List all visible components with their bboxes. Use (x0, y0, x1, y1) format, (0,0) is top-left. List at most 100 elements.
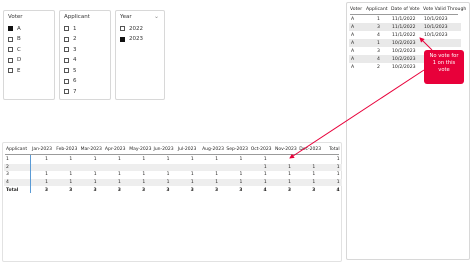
votes-col-header[interactable]: Vote Valid Through (423, 7, 466, 12)
checkbox[interactable] (120, 36, 125, 42)
matrix-cell[interactable]: Nov-2023 (275, 147, 297, 152)
matrix-cell: 1 (312, 164, 316, 170)
matrix-cell: 3 (142, 188, 146, 194)
voter-item-b[interactable]: B (8, 35, 21, 44)
checkbox[interactable] (64, 78, 69, 84)
matrix-cell[interactable]: Feb-2023 (56, 147, 77, 152)
matrix-cell: 1 (215, 179, 219, 185)
matrix-cell: 1 (263, 172, 267, 178)
year-slicer-title: Year (120, 14, 132, 20)
year-item-2023[interactable]: 2023 (120, 35, 143, 44)
table-cell: A (351, 40, 355, 46)
applicant-slicer: Applicant 1 2 3 4 5 6 7 (59, 10, 111, 100)
matrix-cell[interactable]: Apr-2023 (105, 147, 126, 152)
matrix-cell: 1 (288, 179, 291, 185)
applicant-item-label: 1 (73, 25, 77, 32)
table-row: 2 1 1 1 1 (4, 163, 342, 171)
checkbox[interactable] (8, 68, 13, 73)
matrix-cell: 3 (312, 188, 316, 194)
voter-item-c[interactable]: C (8, 45, 21, 54)
matrix-cell: 1 (312, 172, 316, 178)
checkbox[interactable] (8, 36, 13, 42)
table-cell: 10/2/2023 (392, 64, 416, 70)
matrix-cell[interactable]: Mar-2023 (81, 147, 102, 152)
matrix-cell: 2 (6, 164, 9, 170)
applicant-item-6[interactable]: 6 (64, 77, 77, 86)
matrix-cell[interactable]: Oct-2023 (251, 147, 272, 152)
applicant-item-label: 5 (73, 67, 77, 74)
checkbox[interactable] (64, 36, 69, 42)
table-cell: 10/2/2023 (392, 40, 416, 46)
voter-item-e[interactable]: E (8, 66, 20, 75)
checkbox[interactable] (8, 57, 13, 63)
table-cell: 11/1/2022 (392, 24, 416, 30)
matrix-cell[interactable]: Dec-2023 (299, 147, 321, 152)
matrix-cell: 3 (93, 188, 97, 194)
matrix-cell: 1 (215, 157, 219, 163)
matrix-cell[interactable]: Sep-2023 (226, 147, 248, 152)
applicant-month-matrix: Applicant Jan-2023 Feb-2023 Mar-2023 Apr-202… (2, 142, 342, 262)
matrix-cell[interactable]: Aug-2023 (202, 147, 224, 152)
matrix-cell: 1 (263, 157, 267, 163)
table-cell: 4 (377, 56, 380, 62)
year-item-2022[interactable]: 2022 (120, 24, 143, 33)
table-cell: 11/1/2022 (392, 32, 416, 38)
matrix-cell: 1 (288, 172, 291, 178)
matrix-cell: 1 (142, 179, 146, 185)
checkbox[interactable] (8, 47, 13, 52)
matrix-cell: 1 (239, 179, 243, 185)
matrix-cell[interactable]: Total (324, 147, 340, 152)
matrix-cell: 3 (166, 188, 170, 194)
table-cell: 3 (377, 24, 380, 30)
applicant-item-label: 6 (73, 78, 77, 84)
table-cell: 10/2/2023 (392, 56, 416, 62)
applicant-item-7[interactable]: 7 (64, 87, 77, 96)
checkbox[interactable] (64, 57, 69, 63)
matrix-cell: 1 (69, 172, 73, 178)
votes-col-header[interactable]: Applicant (366, 7, 388, 12)
checkbox[interactable] (8, 26, 13, 31)
checkbox[interactable] (64, 89, 69, 94)
votes-col-header[interactable]: Date of Vote (391, 7, 420, 12)
applicant-item-1[interactable]: 1 (64, 24, 77, 33)
applicant-item-5[interactable]: 5 (64, 66, 77, 75)
applicant-item-4[interactable]: 4 (64, 56, 77, 65)
matrix-cell: 1 (190, 172, 194, 178)
matrix-cell: 4 (263, 188, 267, 194)
callout-line: 1 on this (432, 60, 456, 66)
matrix-cell[interactable]: Jan-2023 (32, 147, 52, 152)
applicant-slicer-title: Applicant (64, 14, 90, 20)
matrix-cell: 1 (239, 172, 243, 178)
chevron-down-icon[interactable]: ⌄ (154, 13, 159, 20)
applicant-item-2[interactable]: 2 (64, 35, 77, 44)
table-cell: 10/2/2023 (392, 48, 416, 54)
matrix-cell: 1 (45, 172, 48, 178)
table-row: 4 1 1 1 1 1 1 1 1 1 1 1 1 1 (4, 178, 342, 186)
checkbox[interactable] (64, 68, 69, 73)
checkbox[interactable] (64, 26, 69, 31)
matrix-cell[interactable]: Applicant (6, 147, 27, 152)
applicant-item-3[interactable]: 3 (64, 45, 77, 54)
matrix-cell: 1 (215, 172, 219, 178)
matrix-cell: 1 (69, 179, 73, 185)
table-cell: A (351, 64, 355, 70)
matrix-cell[interactable]: Jun-2023 (154, 147, 174, 152)
matrix-header-divider (5, 154, 339, 155)
checkbox[interactable] (120, 26, 125, 31)
matrix-cell[interactable]: May-2023 (129, 147, 151, 152)
voter-item-a[interactable]: A (8, 24, 21, 33)
table-cell: A (351, 24, 355, 30)
matrix-cell[interactable]: Jul-2023 (178, 147, 197, 152)
table-cell: 3 (377, 48, 380, 54)
voter-item-d[interactable]: D (8, 56, 21, 65)
matrix-cell: 1 (312, 179, 316, 185)
callout-line: vote (438, 67, 450, 73)
matrix-cell: 1 (336, 164, 340, 170)
matrix-cell: 3 (69, 188, 73, 194)
matrix-header: Applicant Jan-2023 Feb-2023 Mar-2023 Apr-202… (4, 146, 342, 154)
matrix-cell: 1 (118, 179, 121, 185)
checkbox[interactable] (64, 47, 69, 52)
votes-col-header[interactable]: Voter (350, 7, 362, 12)
matrix-cell: 1 (93, 172, 97, 178)
table-cell: 1 (377, 16, 380, 22)
